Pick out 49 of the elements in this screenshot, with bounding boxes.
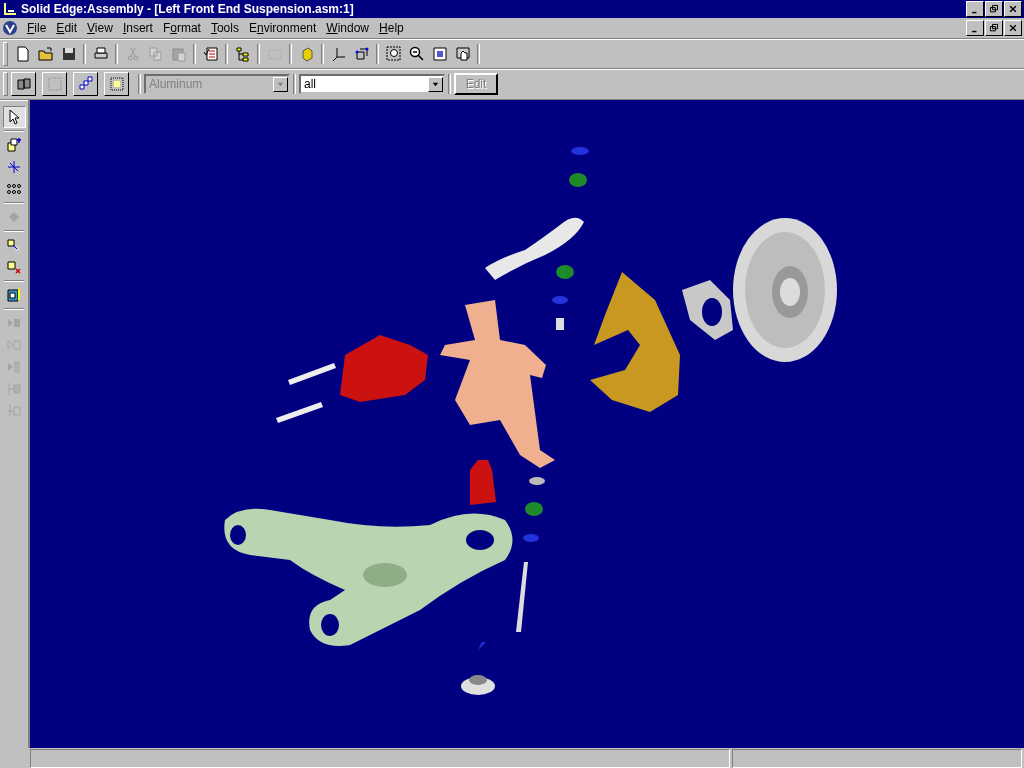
dot-pattern-icon[interactable]	[6, 181, 22, 197]
app-icon	[2, 1, 18, 17]
delete-part-icon[interactable]	[6, 259, 22, 275]
close-icon[interactable]	[1008, 23, 1018, 33]
menu-item[interactable]: Tools	[205, 21, 244, 35]
nut-drawing	[569, 173, 587, 187]
close-icon[interactable]	[1008, 4, 1018, 14]
select-arrow-icon[interactable]	[6, 109, 22, 125]
menu-item[interactable]: View	[82, 21, 118, 35]
fit-view-icon[interactable]	[431, 45, 448, 62]
document-icon[interactable]	[2, 20, 18, 36]
zoom-area-icon[interactable]	[385, 45, 402, 62]
axes-icon[interactable]	[330, 45, 347, 62]
bushing-drawing	[470, 460, 496, 505]
bolt-drawing	[288, 363, 336, 385]
nut-cup-drawing	[461, 675, 495, 695]
menu-item[interactable]: Format	[157, 21, 206, 35]
replace-part-icon[interactable]	[6, 237, 22, 253]
menu-item[interactable]: File	[22, 21, 52, 35]
assembly-box-icon[interactable]	[6, 287, 22, 303]
model-viewport[interactable]	[30, 100, 1024, 748]
checklist-icon[interactable]	[202, 45, 219, 62]
filter-dropdown[interactable]: all	[299, 74, 445, 94]
assembly-browse-icon[interactable]	[15, 76, 32, 92]
restore-icon[interactable]	[989, 4, 999, 14]
menu-item[interactable]: Environment	[243, 21, 322, 35]
pin-drawing	[516, 562, 528, 632]
pan-hand-icon[interactable]	[454, 45, 471, 62]
new-document-icon[interactable]	[14, 45, 31, 62]
menu-item[interactable]: Edit	[51, 21, 83, 35]
pattern-icon[interactable]	[77, 76, 94, 92]
print-icon[interactable]	[92, 45, 109, 62]
bushing-drawing	[556, 318, 564, 330]
tree-icon[interactable]	[234, 45, 251, 62]
nut-drawing	[525, 502, 543, 516]
menu-item[interactable]: Insert	[117, 21, 158, 35]
bolt-drawing	[276, 402, 323, 423]
nut-drawing	[556, 265, 574, 279]
menu-item[interactable]: Help	[374, 21, 409, 35]
window-title: Solid Edge:Assembly - [Left Front End Suspension.asm:1]	[21, 2, 355, 16]
place-part-icon[interactable]	[6, 137, 22, 153]
zoom-out-icon[interactable]	[408, 45, 425, 62]
restore-icon[interactable]	[989, 23, 999, 33]
menu-item[interactable]: Window	[321, 21, 375, 35]
save-icon[interactable]	[60, 45, 77, 62]
open-folder-icon[interactable]	[37, 45, 54, 62]
box-select-icon[interactable]	[353, 45, 370, 62]
hub-flange-drawing	[682, 280, 733, 340]
layered-box-icon[interactable]	[108, 76, 125, 92]
